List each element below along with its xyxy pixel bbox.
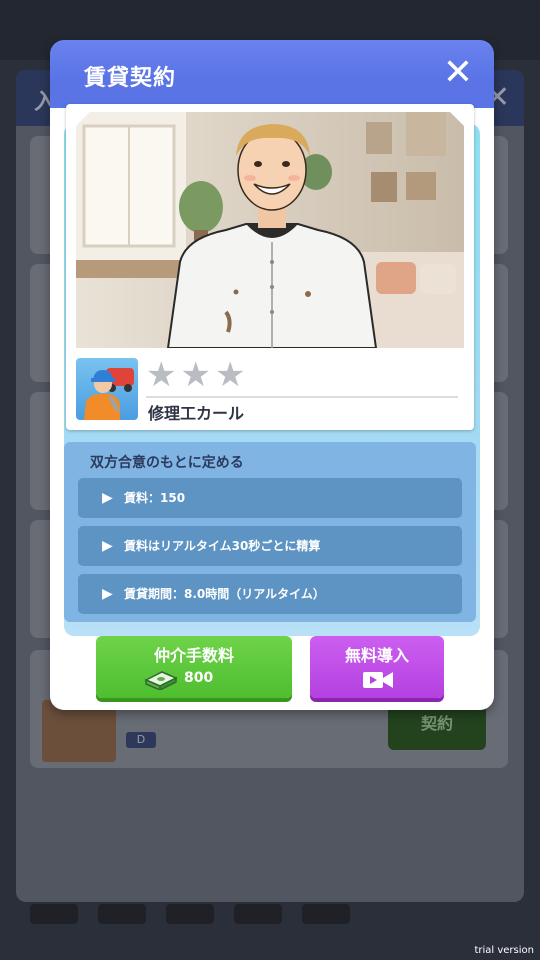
- brokerage-fee-label: 仲介手数料: [153, 646, 234, 665]
- star-icon: ★: [214, 355, 246, 395]
- term-row-rent: ▶ 賃料：150: [78, 478, 462, 518]
- character-card: ★ ★ ★ 修理工カール: [66, 104, 474, 430]
- play-arrow-icon: ▶: [102, 586, 113, 602]
- close-icon[interactable]: ✕: [442, 55, 474, 91]
- video-camera-icon: [362, 670, 394, 690]
- mechanic-avatar-icon: [76, 358, 138, 420]
- cash-icon: [144, 666, 178, 692]
- character-name: 修理工カール: [148, 404, 245, 423]
- rating-stars: ★ ★ ★: [146, 358, 245, 392]
- term-row-period: ▶ 賃貸期間：8.0時間（リアルタイム）: [78, 574, 462, 614]
- term-row-settlement: ▶ 賃料はリアルタイム30秒ごとに精算: [78, 526, 462, 566]
- rental-contract-modal: 賃貸契約 ✕ ★ ★ ★ 修理工カール 双方合意のもとに定める ▶ 賃料：150…: [50, 40, 494, 710]
- star-icon: ★: [180, 355, 211, 395]
- trial-watermark: trial version: [474, 945, 534, 956]
- term-text: 賃料はリアルタイム30秒ごとに精算: [124, 539, 321, 553]
- free-introduce-label: 無料導入: [344, 646, 409, 665]
- play-arrow-icon: ▶: [102, 490, 113, 506]
- contract-terms-panel: 双方合意のもとに定める ▶ 賃料：150 ▶ 賃料はリアルタイム30秒ごとに精算…: [64, 442, 476, 622]
- modal-title: 賃貸契約: [84, 66, 177, 91]
- play-arrow-icon: ▶: [102, 538, 113, 554]
- card-divider: [146, 396, 458, 398]
- star-icon: ★: [146, 355, 177, 395]
- brokerage-fee-amount: 800: [184, 670, 214, 686]
- character-portrait: [76, 112, 464, 348]
- term-text: 賃料：150: [124, 491, 186, 505]
- term-text: 賃貸期間：8.0時間（リアルタイム）: [124, 587, 325, 601]
- free-introduce-button[interactable]: 無料導入: [310, 636, 444, 698]
- brokerage-fee-button[interactable]: 仲介手数料 800: [96, 636, 292, 698]
- terms-heading: 双方合意のもとに定める: [90, 455, 244, 471]
